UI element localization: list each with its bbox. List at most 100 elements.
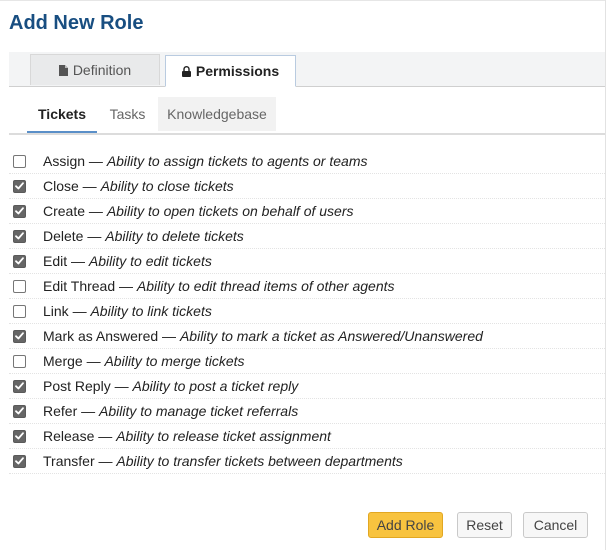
lock-icon [181,65,191,77]
permission-description: Ability to open tickets on behalf of use… [106,203,354,219]
permission-description: Ability to assign tickets to agents or t… [106,153,368,169]
permission-description: Ability to link tickets [90,303,212,319]
cancel-button[interactable]: Cancel [523,512,588,538]
permission-description: Ability to manage ticket referrals [99,403,299,419]
permission-row: Mark as Answered — Ability to mark a tic… [9,324,605,349]
permission-text: Refer — Ability to manage ticket referra… [43,403,298,419]
permission-separator: — [77,403,100,419]
permission-list: Assign — Ability to assign tickets to ag… [9,149,605,474]
permission-text: Edit Thread — Ability to edit thread ite… [43,278,395,294]
permission-checkbox[interactable] [13,204,26,218]
permission-name: Post Reply [43,378,111,394]
permission-name: Refer [43,403,78,419]
checkmark-icon [15,257,24,265]
permission-name: Close [43,178,79,194]
permission-description: Ability to edit thread items of other ag… [136,278,395,294]
top-border [0,0,606,1]
subtab-knowledgebase[interactable]: Knowledgebase [158,97,276,131]
permission-description: Ability to transfer tickets between depa… [116,453,403,469]
page-title: Add New Role [9,12,144,34]
document-icon [58,64,68,76]
permission-text: Create — Ability to open tickets on beha… [43,203,354,219]
permission-text: Link — Ability to link tickets [43,303,212,319]
permission-row: Transfer — Ability to transfer tickets b… [9,449,605,474]
subtab-tasks[interactable]: Tasks [101,97,154,131]
permission-description: Ability to edit tickets [88,253,212,269]
permission-checkbox[interactable] [13,454,26,468]
add-role-button[interactable]: Add Role [368,512,443,538]
permission-name: Create [43,203,86,219]
permission-row: Link — Ability to link tickets [9,299,605,324]
checkmark-icon [15,457,24,465]
permission-separator: — [85,203,107,219]
permission-separator: — [68,303,91,319]
permission-row: Refer — Ability to manage ticket referra… [9,399,605,424]
permission-separator: — [94,428,117,444]
permission-checkbox[interactable] [13,429,26,443]
permission-name: Transfer [43,453,95,469]
permission-checkbox[interactable] [13,154,26,168]
permission-separator: — [67,253,89,269]
tab-definition[interactable]: Definition [30,54,160,85]
permission-row: Assign — Ability to assign tickets to ag… [9,149,605,174]
permission-text: Post Reply — Ability to post a ticket re… [43,378,298,394]
tab-permissions[interactable]: Permissions [165,55,296,87]
permission-description: Ability to mark a ticket as Answered/Una… [179,328,483,344]
permission-name: Merge [43,353,83,369]
permission-description: Ability to merge tickets [104,353,245,369]
permission-separator: — [82,353,105,369]
permission-separator: — [115,278,137,294]
permission-checkbox[interactable] [13,379,26,393]
permission-description: Ability to delete tickets [105,228,244,244]
permission-description: Ability to post a ticket reply [132,378,299,394]
permission-row: Create — Ability to open tickets on beha… [9,199,605,224]
permission-row: Edit Thread — Ability to edit thread ite… [9,274,605,299]
checkmark-icon [15,332,24,340]
permission-text: Release — Ability to release ticket assi… [43,428,331,444]
tab-bar: Definition Permissions [9,52,605,87]
permission-row: Merge — Ability to merge tickets [9,349,605,374]
permission-description: Ability to close tickets [100,178,234,194]
permission-separator: — [158,328,180,344]
permission-text: Merge — Ability to merge tickets [43,353,245,369]
permission-name: Edit Thread [43,278,116,294]
permission-text: Transfer — Ability to transfer tickets b… [43,453,403,469]
permission-name: Release [43,428,95,444]
permission-row: Delete — Ability to delete tickets [9,224,605,249]
permission-separator: — [83,228,106,244]
permission-name: Assign [43,153,86,169]
permission-name: Edit [43,253,68,269]
permission-checkbox[interactable] [13,354,26,368]
permission-name: Delete [43,228,84,244]
permission-checkbox[interactable] [13,179,26,193]
permission-separator: — [110,378,133,394]
tab-definition-label: Definition [72,62,132,78]
permission-row: Post Reply — Ability to post a ticket re… [9,374,605,399]
permission-checkbox[interactable] [13,304,26,318]
permission-name: Mark as Answered [43,328,159,344]
permission-description: Ability to release ticket assignment [116,428,331,444]
permission-row: Release — Ability to release ticket assi… [9,424,605,449]
permission-checkbox[interactable] [13,329,26,343]
checkmark-icon [15,407,24,415]
permission-name: Link [43,303,69,319]
permission-checkbox[interactable] [13,404,26,418]
checkmark-icon [15,382,24,390]
permission-text: Edit — Ability to edit tickets [43,253,212,269]
reset-button[interactable]: Reset [457,512,512,538]
permission-separator: — [85,153,107,169]
permission-text: Delete — Ability to delete tickets [43,228,244,244]
permission-checkbox[interactable] [13,254,26,268]
permission-text: Assign — Ability to assign tickets to ag… [43,153,368,169]
permission-row: Edit — Ability to edit tickets [9,249,605,274]
checkmark-icon [15,207,24,215]
permission-checkbox[interactable] [13,279,26,293]
checkmark-icon [15,232,24,240]
checkmark-icon [15,182,24,190]
permission-text: Mark as Answered — Ability to mark a tic… [43,328,483,344]
permission-text: Close — Ability to close tickets [43,178,234,194]
permission-separator: — [94,453,117,469]
subtab-tickets[interactable]: Tickets [27,97,97,133]
checkmark-icon [15,432,24,440]
permission-checkbox[interactable] [13,229,26,243]
